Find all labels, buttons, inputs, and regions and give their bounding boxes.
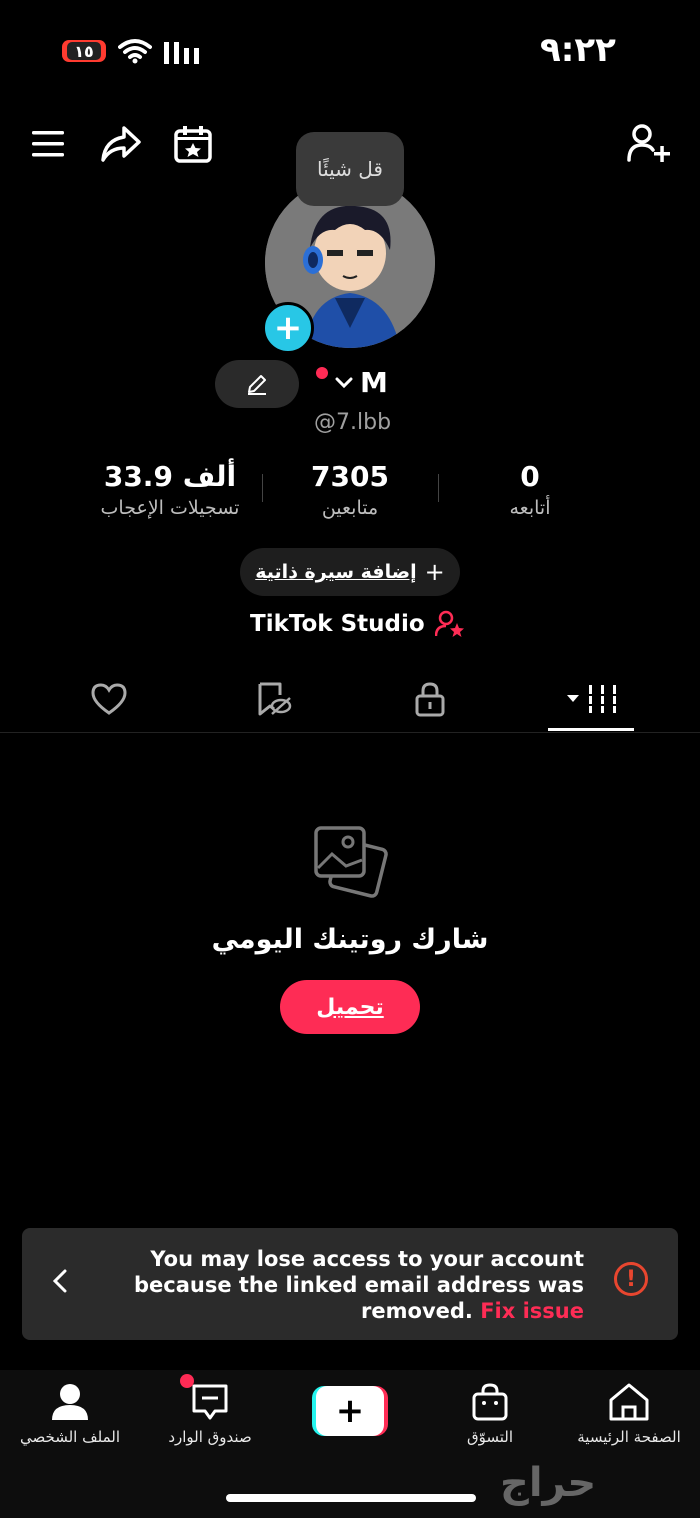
likes-count: 33.9 ألف [103, 460, 237, 493]
chevron-left-icon[interactable] [52, 1268, 68, 1294]
say-something-tooltip[interactable]: قل شيئًا [296, 132, 404, 206]
battery-indicator: ١٥ [62, 40, 106, 62]
following-stat[interactable]: 0 أتابعه [470, 460, 590, 519]
create-plus-icon: + [316, 1386, 384, 1436]
calendar-star-icon[interactable] [172, 124, 214, 164]
notification-dot [316, 366, 328, 379]
signal-icon [164, 42, 199, 64]
tab-favorites-hidden[interactable] [243, 674, 303, 724]
profile-name: M [360, 366, 388, 399]
share-icon[interactable] [100, 124, 142, 164]
tiktok-studio-link[interactable]: TikTok Studio [250, 610, 465, 638]
nav-home-label: الصفحة الرئيسية [577, 1428, 681, 1446]
nav-inbox-label: صندوق الوارد [168, 1428, 252, 1446]
following-count: 0 [520, 460, 540, 493]
bookmark-hidden-icon [258, 682, 292, 716]
inbox-icon [192, 1384, 228, 1420]
add-bio-button[interactable]: إضافة سيرة ذاتية + [240, 548, 460, 596]
chevron-down-icon [335, 377, 353, 388]
photos-icon [314, 826, 388, 898]
followers-count: 7305 [311, 460, 389, 493]
add-avatar-button[interactable]: + [262, 302, 314, 354]
stat-divider [438, 474, 439, 502]
edit-profile-button[interactable] [215, 360, 299, 408]
pencil-icon [248, 375, 266, 395]
add-user-icon[interactable] [626, 122, 672, 166]
active-tab-indicator [548, 728, 634, 731]
nav-profile-label: الملف الشخصي [20, 1428, 120, 1446]
profile-handle: @7.lbb [314, 410, 392, 435]
followers-label: متابعين [321, 497, 379, 519]
heart-icon [91, 683, 127, 715]
studio-label: TikTok Studio [250, 611, 425, 637]
nav-shop[interactable]: التسوّق [440, 1382, 540, 1446]
tab-videos[interactable] [560, 674, 624, 724]
account-switcher[interactable]: M [316, 366, 388, 399]
stat-divider [262, 474, 263, 502]
nav-shop-label: التسوّق [466, 1428, 514, 1446]
nav-inbox[interactable]: صندوق الوارد [150, 1382, 270, 1446]
likes-stat[interactable]: 33.9 ألف تسجيلات الإعجاب [70, 460, 270, 519]
nav-profile[interactable]: الملف الشخصي [12, 1382, 128, 1446]
home-icon [609, 1383, 649, 1421]
home-indicator[interactable] [226, 1494, 476, 1502]
email-warning-banner[interactable]: You may lose access to your account beca… [22, 1228, 678, 1340]
banner-message: You may lose access to your account beca… [114, 1246, 584, 1324]
likes-label: تسجيلات الإعجاب [100, 497, 240, 519]
clock: ٩:٢٢ [540, 30, 616, 70]
following-label: أتابعه [509, 497, 551, 519]
warning-icon: ! [614, 1262, 648, 1296]
nav-home[interactable]: الصفحة الرئيسية [560, 1382, 698, 1446]
upload-button[interactable]: تحميل [280, 980, 420, 1034]
grid-dropdown-icon [567, 685, 618, 713]
tab-liked[interactable] [79, 674, 139, 724]
create-button[interactable]: + [312, 1386, 388, 1436]
tabs-divider [0, 732, 700, 733]
followers-stat[interactable]: 7305 متابعين [280, 460, 420, 519]
battery-level: ١٥ [67, 42, 101, 61]
shopping-bag-icon [472, 1383, 508, 1421]
tab-private[interactable] [400, 674, 460, 724]
empty-state-text: شارك روتينك اليومي [211, 924, 489, 955]
fix-issue-link[interactable]: Fix issue [480, 1299, 584, 1323]
lock-icon [415, 682, 445, 717]
plus-icon: + [424, 558, 445, 586]
profile-icon [52, 1384, 88, 1420]
creator-star-icon [434, 610, 464, 637]
add-bio-label: إضافة سيرة ذاتية [255, 561, 417, 583]
menu-icon[interactable] [30, 128, 66, 160]
wifi-icon [118, 39, 152, 64]
watermark: حراج [500, 1460, 597, 1506]
